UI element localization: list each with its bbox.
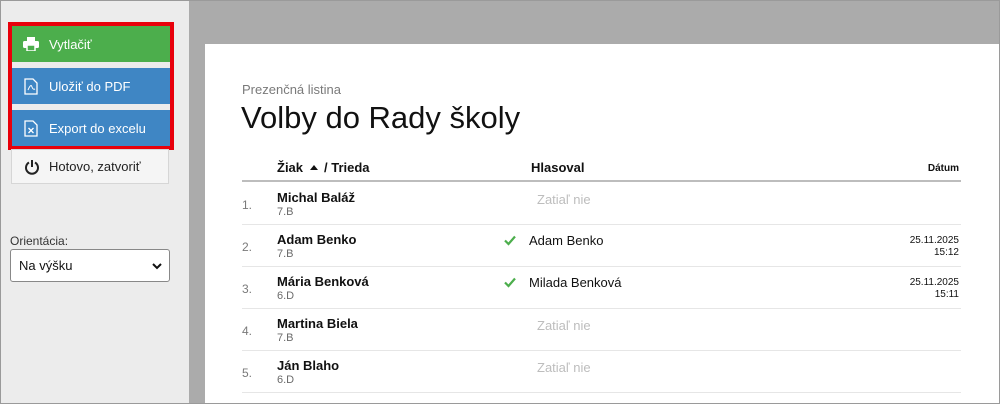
export-actions-group: Vytlačiť Uložiť do PDF Export do excelu	[8, 22, 174, 150]
vote-status: Zatiaľ nie	[537, 318, 591, 333]
orientation-label: Orientácia:	[10, 234, 69, 248]
vote-date: 25.11.2025	[909, 277, 959, 288]
save-pdf-label: Uložiť do PDF	[49, 78, 131, 94]
student-class: 7.B	[277, 206, 294, 218]
sidebar: Vytlačiť Uložiť do PDF Export do excelu …	[1, 1, 189, 403]
vote-datetime: 25.11.2025 15:12	[910, 235, 959, 259]
vote-date: 25.11.2025	[909, 235, 959, 246]
student-name: Ján Blaho	[277, 358, 340, 373]
preview-canvas: Prezenčná listina Volby do Rady školy Ži…	[189, 1, 999, 403]
table-row: 3. Mária Benková 6.D Milada Benková 25.1…	[242, 267, 961, 309]
table-row: 5. Ján Blaho 6.D Zatiaľ nie	[242, 351, 961, 393]
student-name: Martina Biela	[277, 316, 358, 331]
row-number: 4.	[242, 324, 253, 338]
row-number: 1.	[242, 198, 253, 212]
student-column-label: Žiak	[277, 160, 304, 175]
class-column-label: / Trieda	[324, 160, 370, 175]
vote-status: Zatiaľ nie	[537, 192, 591, 207]
column-header-student[interactable]: Žiak / Trieda	[277, 160, 370, 175]
printer-icon	[22, 35, 40, 53]
pdf-file-icon	[22, 77, 40, 95]
done-close-label: Hotovo, zatvoriť	[49, 159, 141, 174]
table-row: 2. Adam Benko 7.B Adam Benko 25.11.2025 …	[242, 225, 961, 267]
chevron-down-icon	[151, 260, 163, 272]
student-name: Adam Benko	[277, 232, 357, 247]
row-number: 3.	[242, 282, 253, 296]
document-subtitle: Prezenčná listina	[242, 82, 341, 97]
export-excel-button[interactable]: Export do excelu	[12, 110, 170, 146]
vote-datetime: 25.11.2025 15:11	[910, 277, 959, 301]
student-class: 6.D	[277, 290, 295, 302]
student-class: 7.B	[277, 332, 294, 344]
power-icon	[24, 159, 40, 175]
vote-time: 15:12	[933, 247, 959, 258]
voter-name: Adam Benko	[529, 233, 604, 248]
print-preview-window: Vytlačiť Uložiť do PDF Export do excelu …	[0, 0, 1000, 404]
orientation-value: Na výšku	[19, 258, 73, 273]
save-pdf-button[interactable]: Uložiť do PDF	[12, 68, 170, 104]
table-row: 1. Michal Baláž 7.B Zatiaľ nie	[242, 183, 961, 225]
table-row: 4. Martina Biela 7.B Zatiaľ nie	[242, 309, 961, 351]
export-excel-label: Export do excelu	[49, 120, 146, 136]
student-name: Michal Baláž	[277, 190, 356, 205]
done-close-button[interactable]: Hotovo, zatvoriť	[11, 149, 169, 184]
voter-name: Milada Benková	[529, 275, 622, 290]
excel-file-icon	[22, 119, 40, 137]
sort-ascending-icon	[310, 165, 319, 171]
vote-time: 15:11	[934, 289, 959, 300]
student-class: 6.D	[277, 374, 295, 386]
orientation-select[interactable]: Na výšku	[10, 249, 170, 282]
table-header: Žiak / Trieda Hlasoval Dátum	[242, 152, 961, 182]
student-name: Mária Benková	[277, 274, 369, 289]
column-header-date: Dátum	[927, 163, 959, 174]
row-number: 2.	[242, 240, 253, 254]
row-number: 5.	[242, 366, 253, 380]
document-title: Volby do Rady školy	[241, 100, 521, 135]
print-button[interactable]: Vytlačiť	[12, 26, 170, 62]
vote-status: Zatiaľ nie	[537, 360, 591, 375]
column-header-voted: Hlasoval	[531, 160, 585, 175]
print-label: Vytlačiť	[49, 36, 92, 52]
check-icon	[504, 233, 516, 246]
check-icon	[504, 275, 516, 288]
student-class: 7.B	[277, 248, 294, 260]
document-page: Prezenčná listina Volby do Rady školy Ži…	[205, 44, 999, 403]
